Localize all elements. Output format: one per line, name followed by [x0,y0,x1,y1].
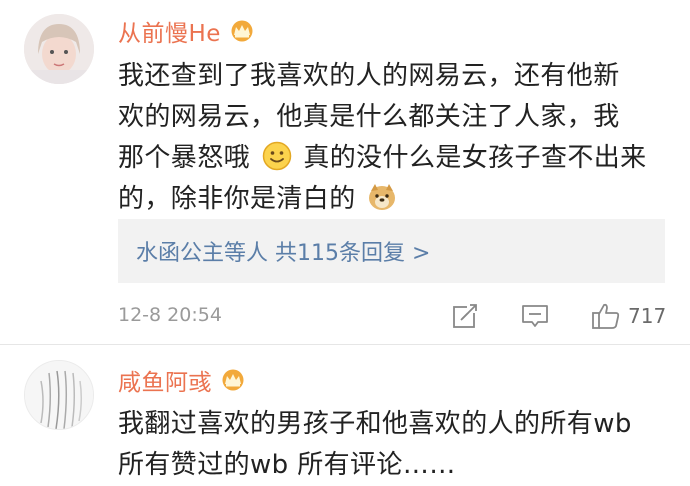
comment-fragment: 真的没什么是女孩子查不出来 [303,143,647,173]
replies-link[interactable]: 水函公主等人 共115条回复 > [136,235,430,267]
doge-emoji-icon [369,184,396,210]
comment-line: 所有赞过的wb 所有评论…… [118,450,456,480]
crown-badge-icon [231,20,253,42]
timestamp: 12-8 20:54 [118,304,222,326]
repost-icon[interactable] [450,301,480,331]
comment-meta: 12-8 20:54 717 [118,301,670,331]
comment-line: 的，除非你是清白的 [118,179,663,220]
smile-emoji-icon [262,141,291,171]
crown-badge-icon [222,369,244,391]
comment-line: 我还查到了我喜欢的人的网易云，还有他新 [118,61,620,91]
username-row: 从前慢He [118,15,255,47]
comment-item: 从前慢He 我还查到了我喜欢的人的网易云，还有他新 欢的网易云，他真是什么都关注… [0,0,690,345]
username-row: 咸鱼阿彧 [118,364,246,396]
comment-text: 我还查到了我喜欢的人的网易云，还有他新 欢的网易云，他真是什么都关注了人家，我 … [118,56,663,220]
comment-icon[interactable] [520,301,550,331]
avatar[interactable] [24,360,94,430]
avatar[interactable] [24,14,94,84]
username[interactable]: 从前慢He [118,14,221,48]
replies-summary[interactable]: 水函公主等人 共115条回复 > [118,219,665,283]
comment-fragment: 的，除非你是清白的 [118,184,356,214]
comment-line: 我翻过喜欢的男孩子和他喜欢的人的所有wb [118,409,632,439]
comment-text: 我翻过喜欢的男孩子和他喜欢的人的所有wb 所有赞过的wb 所有评论…… [118,404,678,486]
like-icon[interactable] [591,301,621,331]
comment-fragment: 那个暴怒哦 [118,143,251,173]
username[interactable]: 咸鱼阿彧 [118,363,212,397]
comment-line: 那个暴怒哦 真的没什么是女孩子查不出来 [118,138,663,179]
like-count: 717 [628,304,667,328]
comment-line: 欢的网易云，他真是什么都关注了人家，我 [118,102,620,132]
